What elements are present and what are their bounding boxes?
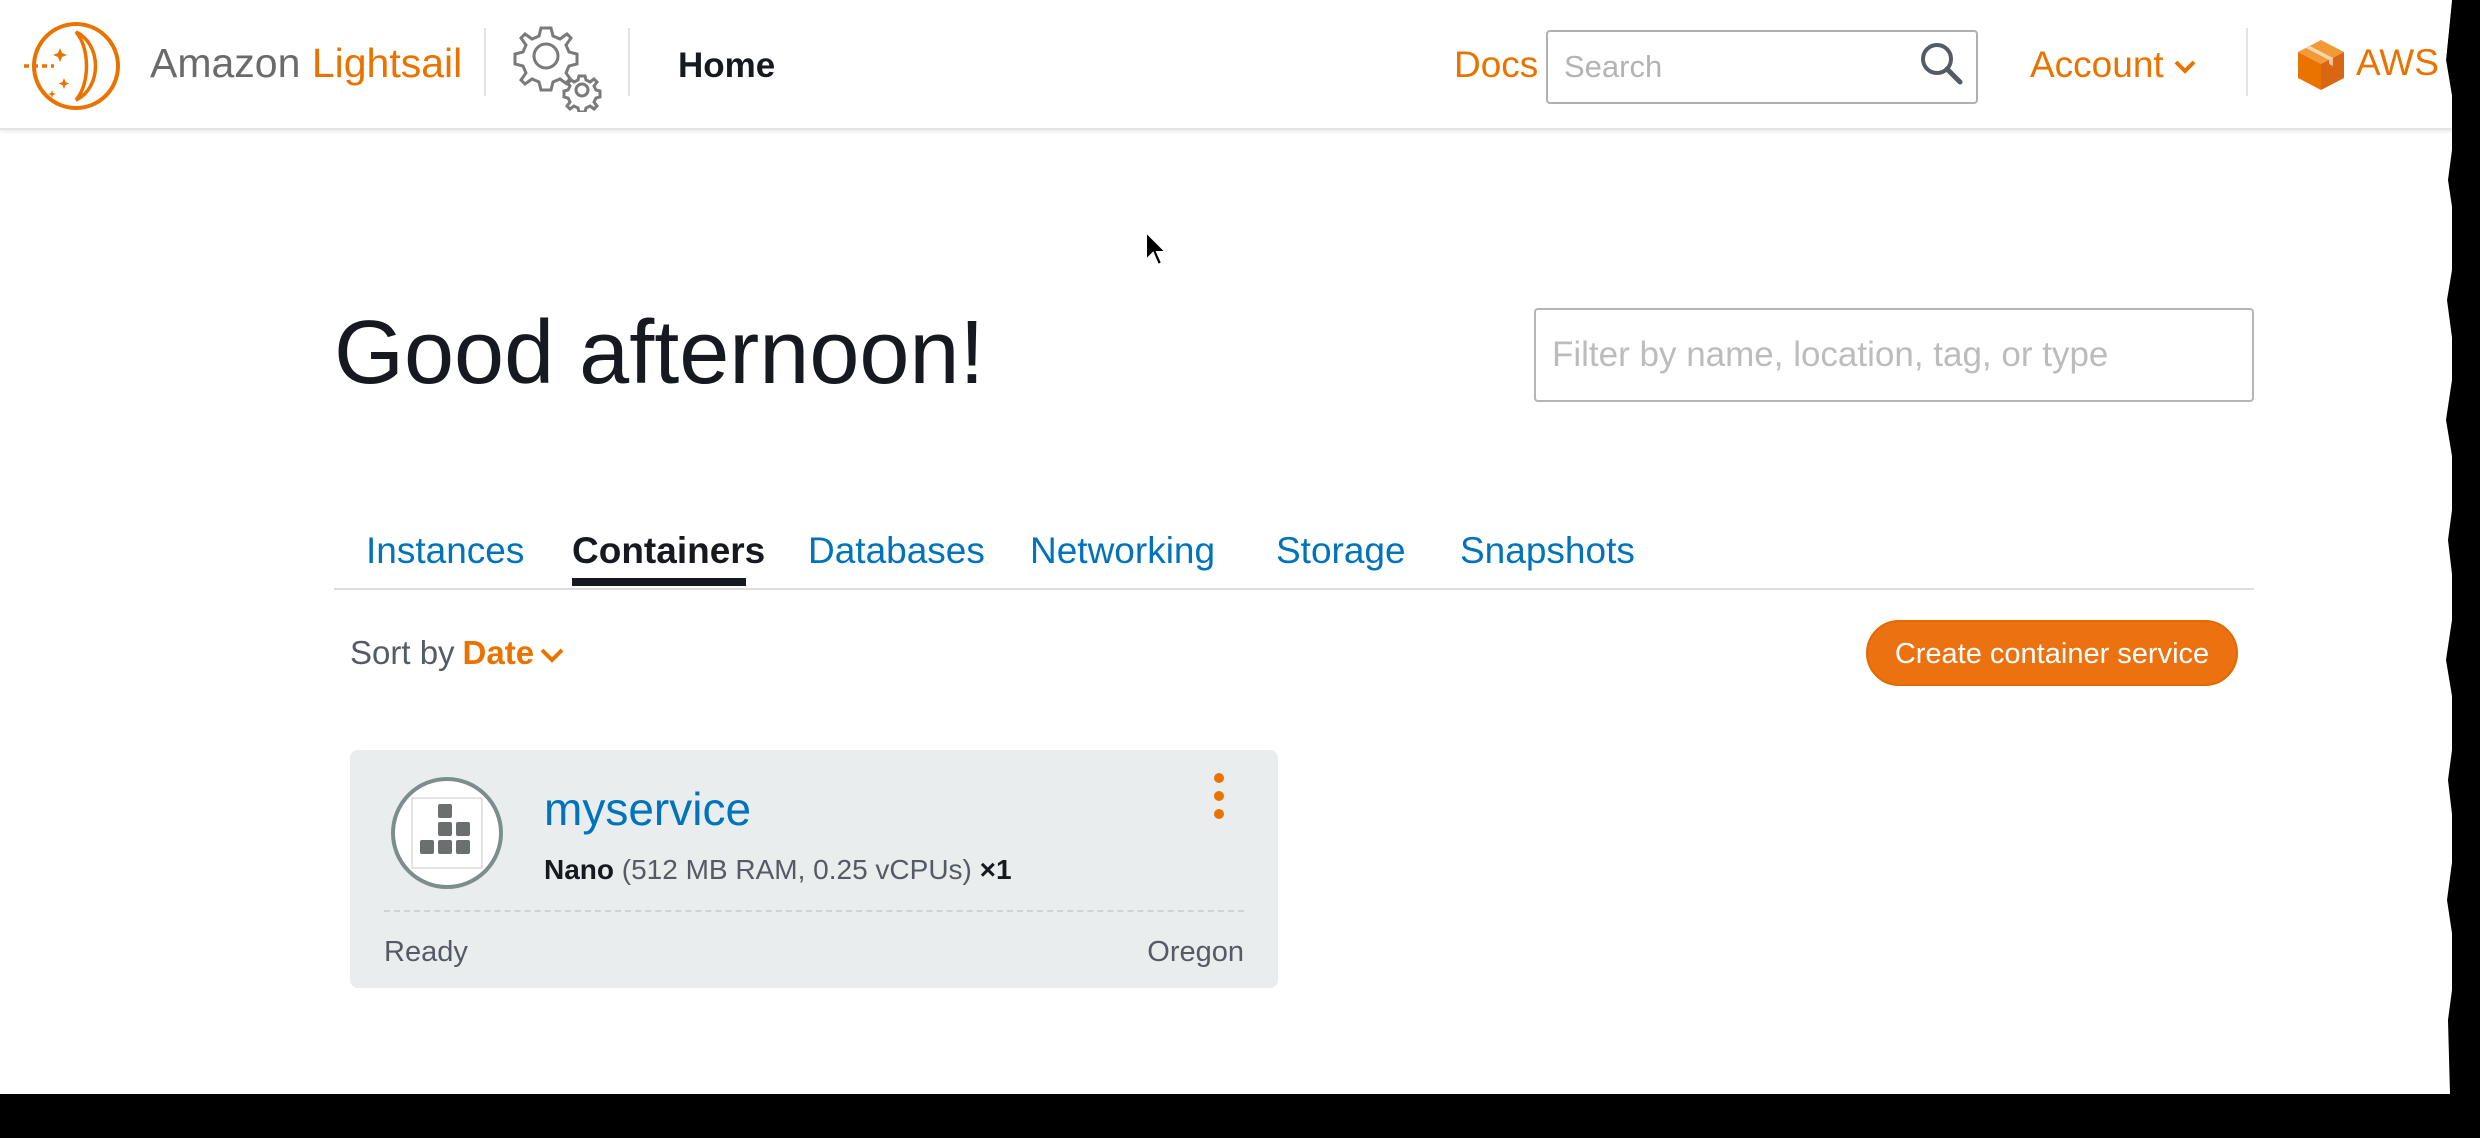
sort-control[interactable]: Sort by Date xyxy=(350,634,564,672)
create-container-service-button[interactable]: Create container service xyxy=(1866,620,2238,686)
sort-value: Date xyxy=(462,634,535,671)
aws-console-link[interactable]: AWS xyxy=(2296,38,2439,92)
container-service-card[interactable]: myservice Nano (512 MB RAM, 0.25 vCPUs) … xyxy=(350,750,1278,988)
sort-label: Sort by xyxy=(350,634,455,671)
lightsail-logo-icon[interactable] xyxy=(24,20,130,112)
container-icon xyxy=(391,777,503,889)
service-status: Ready xyxy=(384,936,468,968)
chevron-down-icon xyxy=(540,648,564,664)
card-divider xyxy=(384,910,1244,912)
mouse-cursor-icon xyxy=(1145,230,1168,267)
service-power: Nano xyxy=(544,854,614,885)
resource-tabs: Instances Containers Databases Networkin… xyxy=(334,520,2254,590)
brand-product: Lightsail xyxy=(311,40,463,86)
aws-cube-icon xyxy=(2298,40,2344,90)
filter-input[interactable] xyxy=(1534,308,2254,402)
tab-snapshots[interactable]: Snapshots xyxy=(1460,530,1635,572)
docs-link[interactable]: Docs xyxy=(1454,44,1538,86)
tab-databases[interactable]: Databases xyxy=(808,530,985,572)
tab-instances[interactable]: Instances xyxy=(366,530,524,572)
top-navigation-bar: Amazon Lightsail Home Docs Account xyxy=(0,0,2452,130)
more-vertical-icon[interactable] xyxy=(1208,770,1230,822)
tab-containers[interactable]: Containers xyxy=(572,530,765,572)
tab-networking[interactable]: Networking xyxy=(1030,530,1215,572)
search-input[interactable] xyxy=(1546,30,1978,104)
service-specs: (512 MB RAM, 0.25 vCPUs) xyxy=(621,854,972,885)
page-title: Home xyxy=(678,46,776,85)
account-menu[interactable]: Account xyxy=(2030,44,2196,86)
service-region: Oregon xyxy=(1147,936,1244,968)
nav-divider xyxy=(484,28,486,96)
service-name-link[interactable]: myservice xyxy=(544,782,751,836)
service-power-spec: Nano (512 MB RAM, 0.25 vCPUs) ×1 xyxy=(544,854,1012,886)
service-scale: ×1 xyxy=(979,854,1012,885)
greeting-heading: Good afternoon! xyxy=(334,303,985,403)
brand-prefix: Amazon xyxy=(150,40,301,86)
brand-name[interactable]: Amazon Lightsail xyxy=(150,40,462,87)
nav-divider xyxy=(628,28,630,96)
gears-icon[interactable] xyxy=(506,16,606,112)
tab-storage[interactable]: Storage xyxy=(1276,530,1406,572)
aws-label: AWS xyxy=(2356,41,2439,83)
page: Amazon Lightsail Home Docs Account xyxy=(0,0,2452,1094)
chevron-down-icon xyxy=(2174,60,2196,75)
account-label: Account xyxy=(2030,44,2164,85)
nav-divider xyxy=(2246,28,2248,96)
active-tab-indicator xyxy=(572,578,746,586)
search-icon[interactable] xyxy=(1918,40,1964,86)
